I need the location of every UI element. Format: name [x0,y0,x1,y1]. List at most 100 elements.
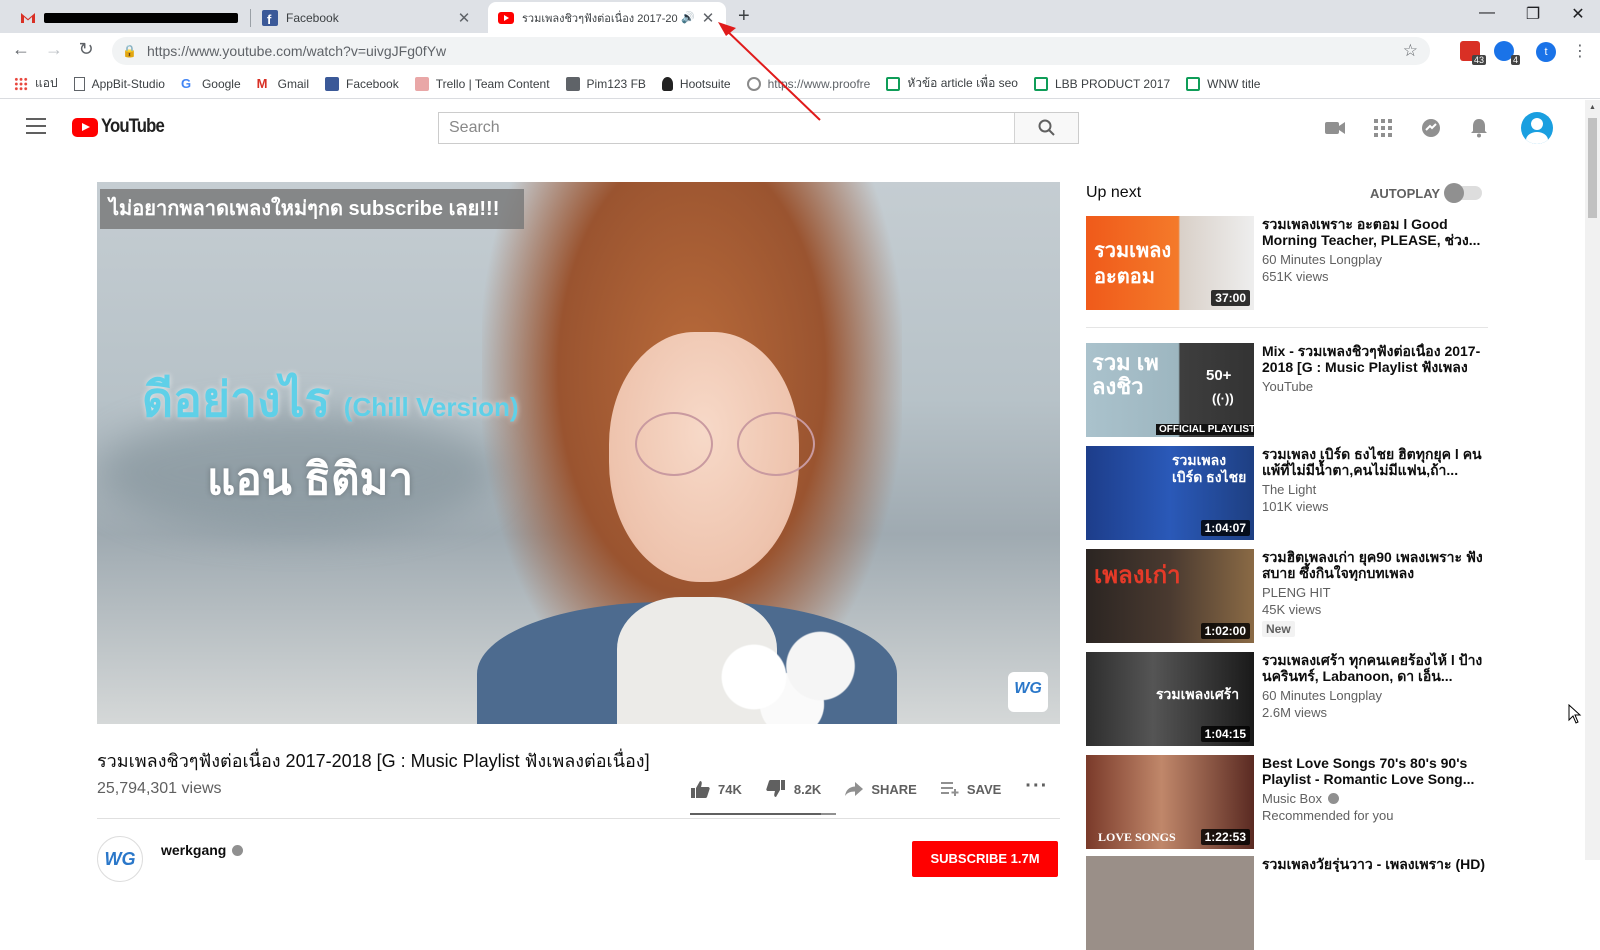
bookmark-seo-article[interactable]: หัวข้อ article เพื่อ seo [886,74,1018,93]
video-thumbnail[interactable]: รวมเพลง เบิร์ด ธงไชย 1:04:07 [1086,446,1254,540]
video-title[interactable]: Mix - รวมเพลงชิวๆฟังต่อเนื่อง 2017-2018 … [1262,343,1488,375]
view-count: 651K views [1262,269,1329,284]
video-title[interactable]: รวมเพลงเศร้า ทุกคนเคยร้องไห้ l ป้าง นคริ… [1262,652,1488,684]
scrollbar-thumb[interactable] [1588,118,1597,218]
bookmark-label: https://www.proofre [767,76,871,91]
gmail-extension-icon[interactable]: 43 [1460,41,1486,65]
save-button[interactable]: SAVE [940,781,1002,797]
channel-name[interactable]: PLENG HIT [1262,585,1488,600]
video-title[interactable]: รวมเพลง เบิร์ด ธงไชย ฮิตทุกยุค l คนแพ้ที… [1262,446,1488,478]
verified-check-icon [232,845,244,856]
thumbnail-glasses [737,412,815,476]
bookmark-proofread[interactable]: https://www.proofre [746,76,871,91]
bookmark-google[interactable]: G Google [181,76,241,91]
address-bar[interactable]: 🔒 https://www.youtube.com/watch?v=uivgJF… [112,37,1430,65]
back-button[interactable]: ← [9,39,33,60]
video-thumbnail[interactable] [1086,856,1254,950]
channel-name[interactable]: 60 Minutes Longplay [1262,688,1488,703]
view-count: 25,794,301 views [97,780,222,797]
new-tab-button[interactable]: + [738,5,750,28]
bookmark-facebook[interactable]: Facebook [325,76,399,91]
bookmark-gmail[interactable]: M Gmail [257,76,309,91]
video-title[interactable]: รวมเพลงวัยรุ่นวาว - เพลงเพราะ (HD) [1262,856,1488,872]
playlist-label: OFFICIAL PLAYLIST [1156,424,1254,435]
search-button[interactable] [1014,113,1078,143]
hamburger-menu-icon[interactable] [26,118,46,139]
channel-watermark[interactable]: WG [1008,672,1048,712]
video-player[interactable]: ไม่อยากพลาดเพลงใหม่ๆกด subscribe เลย!!! … [97,182,1060,724]
bookmark-star-icon[interactable]: ☆ [1403,41,1418,61]
video-thumbnail[interactable]: LOVE SONGS 1:22:53 [1086,755,1254,849]
tab-youtube-active[interactable]: รวมเพลงชิวๆฟังต่อเนื่อง 2017-20 🔊 ✕ [488,2,726,33]
channel-name[interactable]: Music Box [1262,791,1488,806]
recommended-video[interactable]: รวมเพลงวัยรุ่นวาว - เพลงเพราะ (HD) [1086,856,1488,950]
share-label: SHARE [871,781,917,797]
channel-name[interactable]: YouTube [1262,379,1488,394]
recommended-video[interactable]: รวมเพลง อะตอม 37:00 รวมเพลงเพราะ อะตอม l… [1086,216,1488,310]
create-video-icon[interactable] [1323,116,1347,140]
bookmark-apps[interactable]: แอป [14,74,58,93]
more-actions-icon[interactable]: ··· [1025,775,1048,798]
bookmark-lbb-product[interactable]: LBB PRODUCT 2017 [1033,76,1170,91]
tab-facebook[interactable]: f Facebook ✕ [252,2,482,33]
subscribe-button[interactable]: SUBSCRIBE 1.7M [912,841,1058,877]
account-avatar[interactable] [1521,112,1553,144]
recommended-video[interactable]: รวมเพลง เบิร์ด ธงไชย 1:04:07 รวมเพลง เบิ… [1086,446,1488,540]
tab-gmail[interactable] [10,2,248,33]
extension-badge: 43 [1471,55,1486,65]
thumbnail-text: รวมเพลง อะตอม [1094,240,1172,288]
browser-toolbar: ← → ↻ 🔒 https://www.youtube.com/watch?v=… [0,33,1600,69]
video-title[interactable]: Best Love Songs 70's 80's 90's Playlist … [1262,755,1488,787]
bookmark-label: Trello | Team Content [435,76,550,91]
bookmark-pim123[interactable]: Pim123 FB [565,76,646,91]
bookmark-trello[interactable]: Trello | Team Content [414,76,550,91]
bookmark-wnw-title[interactable]: WNW title [1186,76,1260,91]
thumbnail-text: เพลงเก่า [1094,562,1181,589]
save-label: SAVE [966,781,1002,797]
autoplay-toggle[interactable] [1444,183,1482,203]
dislike-button[interactable]: 8.2K [766,780,821,798]
minimize-button[interactable]: — [1464,4,1510,22]
video-thumbnail[interactable]: เพลงเก่า 1:02:00 [1086,549,1254,643]
search-icon [1038,119,1055,136]
forward-button[interactable]: → [42,39,66,60]
bookmark-label: หัวข้อ article เพื่อ seo [907,76,1018,90]
profile-avatar[interactable]: t [1536,42,1556,62]
video-title: รวมเพลงชิวๆฟังต่อเนื่อง 2017-2018 [G : M… [97,751,650,771]
video-thumbnail[interactable]: รวมเพลง อะตอม 37:00 [1086,216,1254,310]
bookmark-hootsuite[interactable]: Hootsuite [661,76,731,91]
close-tab-icon[interactable]: ✕ [700,9,716,27]
channel-name[interactable]: The Light [1262,482,1488,497]
page-scrollbar[interactable]: ▲ [1585,100,1600,860]
share-button[interactable]: SHARE [845,782,917,797]
extension-icon[interactable]: 4 [1494,41,1520,65]
browser-menu-icon[interactable]: ⋮ [1572,41,1588,61]
video-meta: รวมเพลงวัยรุ่นวาว - เพลงเพราะ (HD) [1262,856,1488,872]
mouse-cursor-icon [1568,704,1582,724]
recommended-video[interactable]: เพลงเก่า 1:02:00 รวมฮิตเพลงเก่า ยุค90 เพ… [1086,549,1488,643]
messages-icon[interactable] [1419,116,1443,140]
recommended-video[interactable]: รวมเพลงเศร้า 1:04:15 รวมเพลงเศร้า ทุกคนเ… [1086,652,1488,746]
apps-grid-icon[interactable] [1371,116,1395,140]
audio-playing-icon[interactable]: 🔊 [680,11,696,24]
video-thumbnail[interactable]: รวม เพลงชิว 50+ ((·)) OFFICIAL PLAYLIST [1086,343,1254,437]
notifications-bell-icon[interactable] [1467,116,1491,140]
video-title[interactable]: รวมฮิตเพลงเก่า ยุค90 เพลงเพราะ ฟังสบาย ซ… [1262,549,1488,581]
bookmark-appbit[interactable]: AppBit-Studio [73,76,165,91]
reload-button[interactable]: ↻ [74,39,98,60]
video-thumbnail[interactable]: รวมเพลงเศร้า 1:04:15 [1086,652,1254,746]
maximize-button[interactable]: ❐ [1510,4,1556,24]
channel-name[interactable]: werkgang [161,842,244,858]
close-tab-icon[interactable]: ✕ [456,9,472,27]
recommended-video[interactable]: LOVE SONGS 1:22:53 Best Love Songs 70's … [1086,755,1488,849]
close-window-button[interactable]: ✕ [1555,4,1600,24]
youtube-logo[interactable]: YouTube [72,116,172,138]
scroll-up-arrow-icon[interactable]: ▲ [1589,104,1596,111]
thumbs-up-icon [690,780,710,798]
like-button[interactable]: 74K [690,780,742,798]
recommended-mix[interactable]: รวม เพลงชิว 50+ ((·)) OFFICIAL PLAYLIST … [1086,343,1488,437]
channel-name[interactable]: 60 Minutes Longplay [1262,252,1488,267]
video-title[interactable]: รวมเพลงเพราะ อะตอม l Good Morning Teache… [1262,216,1488,248]
search-input[interactable] [439,113,1014,143]
channel-avatar[interactable]: WG [97,836,143,882]
